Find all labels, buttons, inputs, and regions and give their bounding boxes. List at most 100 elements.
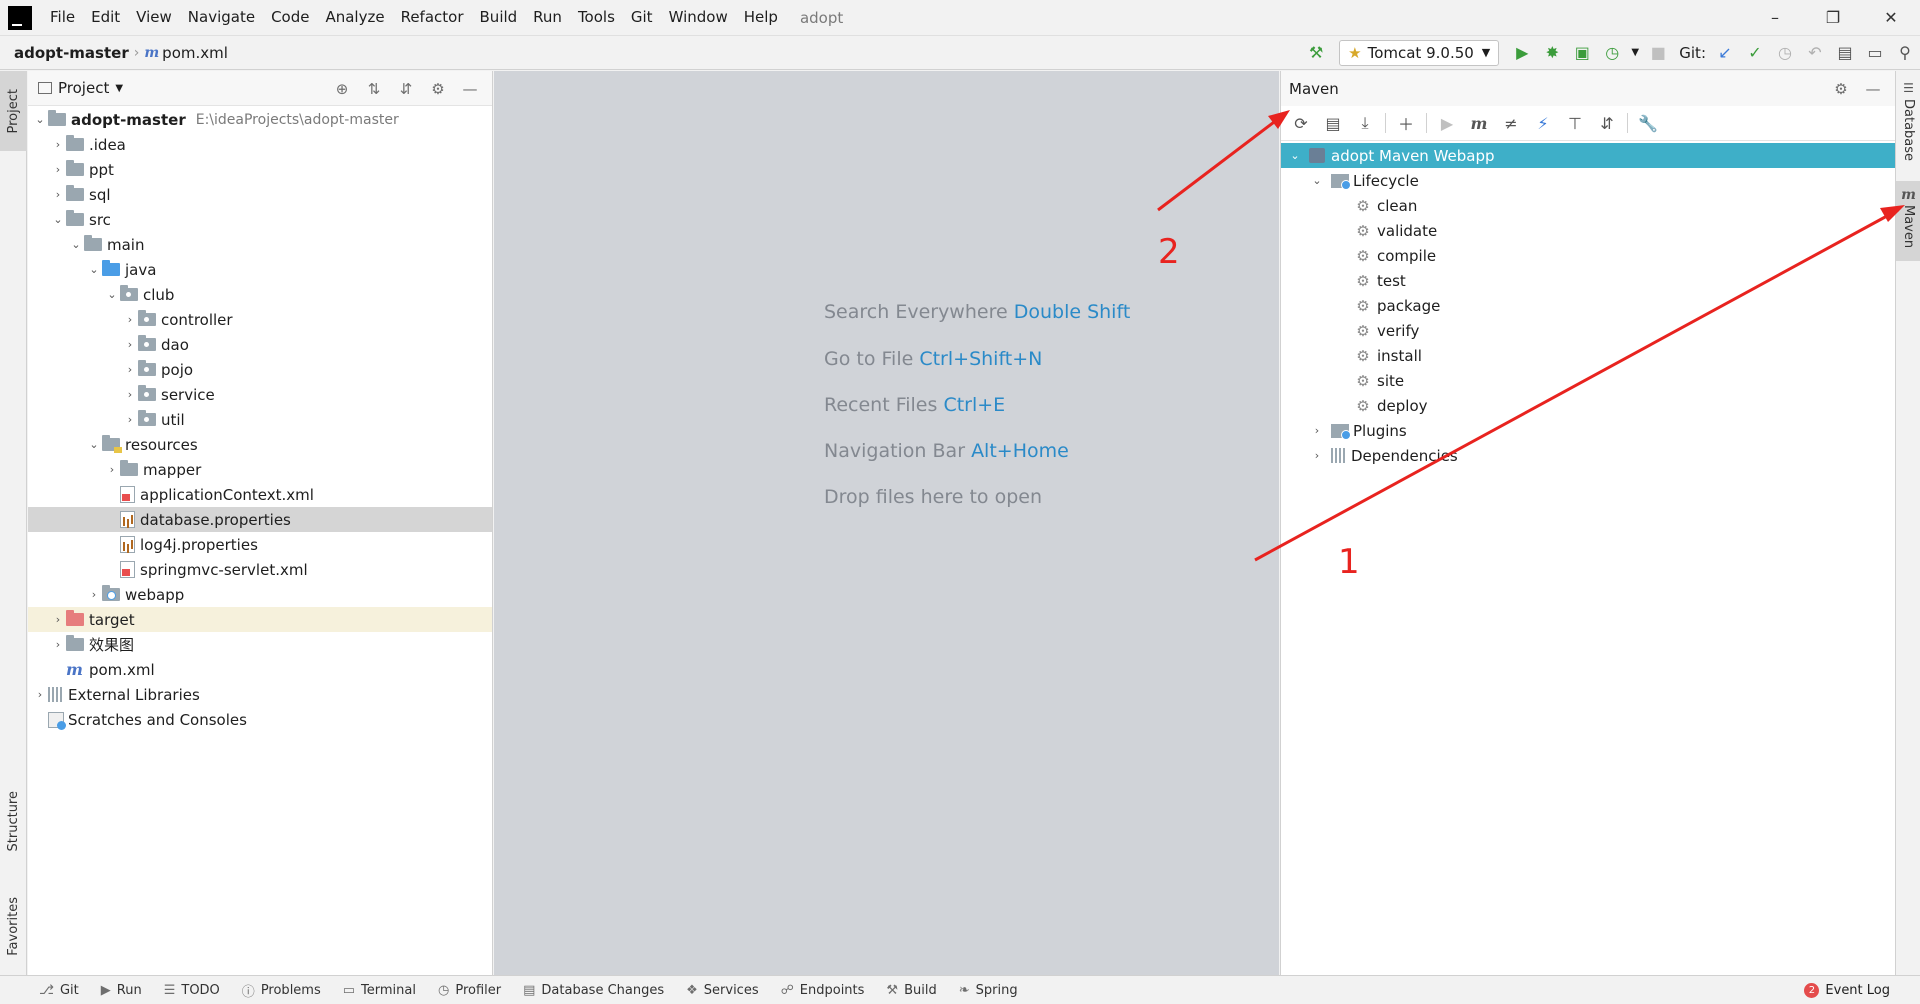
tool-tab-favorites[interactable]: Favorites xyxy=(0,881,27,971)
execute-maven-goal-icon[interactable]: m xyxy=(1463,107,1495,139)
tree-item[interactable]: › sql xyxy=(28,182,492,207)
tree-item[interactable]: log4j.properties xyxy=(28,532,492,557)
menu-git[interactable]: Git xyxy=(623,0,661,35)
tree-item[interactable]: › 效果图 xyxy=(28,632,492,657)
lifecycle-phase-site[interactable]: ⚙ site xyxy=(1281,368,1895,393)
chevron-right-icon[interactable]: › xyxy=(104,463,120,476)
menu-run[interactable]: Run xyxy=(525,0,570,35)
lifecycle-phase-compile[interactable]: ⚙ compile xyxy=(1281,243,1895,268)
menu-help[interactable]: Help xyxy=(736,0,786,35)
tree-item[interactable]: › util xyxy=(28,407,492,432)
download-sources-icon[interactable]: ⤓ xyxy=(1349,107,1381,139)
tree-item[interactable]: › controller xyxy=(28,307,492,332)
chevron-down-icon[interactable]: ⌄ xyxy=(1309,174,1325,187)
menu-refactor[interactable]: Refactor xyxy=(393,0,472,35)
toggle-offline-mode-icon[interactable]: ≠ xyxy=(1495,107,1527,139)
menu-code[interactable]: Code xyxy=(263,0,317,35)
lifecycle-phase-install[interactable]: ⚙ install xyxy=(1281,343,1895,368)
menu-build[interactable]: Build xyxy=(472,0,526,35)
editor-empty-area[interactable]: Search Everywhere Double Shift Go to Fil… xyxy=(494,71,1279,975)
tree-item[interactable]: ⌄ main xyxy=(28,232,492,257)
tool-tab-run[interactable]: ▶ Run xyxy=(90,976,153,1004)
chevron-right-icon[interactable]: › xyxy=(122,338,138,351)
generate-sources-icon[interactable]: ▤ xyxy=(1317,107,1349,139)
skip-tests-icon[interactable]: ⚡ xyxy=(1527,107,1559,139)
project-panel-title[interactable]: Project xyxy=(58,79,109,97)
tool-tab-endpoints[interactable]: ☍ Endpoints xyxy=(770,976,876,1004)
plugins-row[interactable]: › Plugins xyxy=(1281,418,1895,443)
tree-item[interactable]: › service xyxy=(28,382,492,407)
breadcrumb-root[interactable]: adopt-master xyxy=(14,44,129,62)
chevron-right-icon[interactable]: › xyxy=(122,413,138,426)
menu-window[interactable]: Window xyxy=(661,0,736,35)
tree-item[interactable]: Scratches and Consoles xyxy=(28,707,492,732)
tree-item[interactable]: › External Libraries xyxy=(28,682,492,707)
chevron-down-icon[interactable]: ⌄ xyxy=(104,288,120,301)
chevron-right-icon[interactable]: › xyxy=(50,163,66,176)
collapse-all-icon[interactable]: ⇵ xyxy=(1591,107,1623,139)
tree-item[interactable]: › webapp xyxy=(28,582,492,607)
chevron-down-icon[interactable]: ⌄ xyxy=(50,213,66,226)
maven-project-row[interactable]: ⌄ adopt Maven Webapp xyxy=(1281,143,1895,168)
dependencies-row[interactable]: › Dependencies xyxy=(1281,443,1895,468)
hide-panel-icon[interactable]: — xyxy=(1857,73,1889,105)
menu-navigate[interactable]: Navigate xyxy=(180,0,263,35)
chevron-right-icon[interactable]: › xyxy=(122,313,138,326)
show-dependencies-icon[interactable]: ⊤ xyxy=(1559,107,1591,139)
lifecycle-phase-clean[interactable]: ⚙ clean xyxy=(1281,193,1895,218)
chevron-right-icon[interactable]: › xyxy=(122,388,138,401)
chevron-right-icon[interactable]: › xyxy=(32,688,48,701)
reload-maven-projects-icon[interactable]: ⟳ xyxy=(1285,107,1317,139)
git-commit-icon[interactable]: ✓ xyxy=(1740,38,1770,68)
build-hammer-icon[interactable]: ⚒ xyxy=(1301,38,1331,68)
tree-item[interactable]: › pojo xyxy=(28,357,492,382)
chevron-right-icon[interactable]: › xyxy=(50,138,66,151)
git-rollback-icon[interactable]: ↶ xyxy=(1800,38,1830,68)
tree-item[interactable]: ⌄ adopt-master E:\ideaProjects\adopt-maste… xyxy=(28,107,492,132)
lifecycle-phase-test[interactable]: ⚙ test xyxy=(1281,268,1895,293)
chevron-down-icon[interactable]: ⌄ xyxy=(86,438,102,451)
breadcrumb-file[interactable]: pom.xml xyxy=(162,44,228,62)
tree-item[interactable]: applicationContext.xml xyxy=(28,482,492,507)
add-maven-project-icon[interactable]: ＋ xyxy=(1390,107,1422,139)
tool-tab-structure[interactable]: Structure xyxy=(0,781,27,861)
run-config-selector[interactable]: ★ Tomcat 9.0.50 ▼ xyxy=(1339,39,1500,66)
menu-edit[interactable]: Edit xyxy=(83,0,128,35)
tree-item[interactable]: database.properties xyxy=(28,507,492,532)
tool-tab-spring[interactable]: ❧ Spring xyxy=(948,976,1029,1004)
menu-view[interactable]: View xyxy=(128,0,180,35)
tree-item[interactable]: › target xyxy=(28,607,492,632)
tree-item[interactable]: ⌄ src xyxy=(28,207,492,232)
stop-icon[interactable]: ■ xyxy=(1643,38,1673,68)
tool-tab-git[interactable]: ⎇ Git xyxy=(28,976,90,1004)
tree-item[interactable]: › ppt xyxy=(28,157,492,182)
tree-item[interactable]: ⌄ resources xyxy=(28,432,492,457)
hide-panel-icon[interactable]: — xyxy=(454,73,486,105)
close-button[interactable]: ✕ xyxy=(1862,0,1920,35)
lifecycle-phase-package[interactable]: ⚙ package xyxy=(1281,293,1895,318)
run-maven-build-icon[interactable]: ▶ xyxy=(1431,107,1463,139)
chevron-down-icon[interactable]: ⌄ xyxy=(86,263,102,276)
event-log-button[interactable]: 2 Event Log xyxy=(1804,976,1890,1004)
chevron-right-icon[interactable]: › xyxy=(50,613,66,626)
git-history-icon[interactable]: ◷ xyxy=(1770,38,1800,68)
minimize-button[interactable]: – xyxy=(1746,0,1804,35)
chevron-right-icon[interactable]: › xyxy=(50,188,66,201)
chevron-right-icon[interactable]: › xyxy=(1309,449,1325,462)
lifecycle-phase-verify[interactable]: ⚙ verify xyxy=(1281,318,1895,343)
lifecycle-phase-deploy[interactable]: ⚙ deploy xyxy=(1281,393,1895,418)
chevron-right-icon[interactable]: › xyxy=(86,588,102,601)
search-icon[interactable]: ⚲ xyxy=(1890,38,1920,68)
tree-item[interactable]: springmvc-servlet.xml xyxy=(28,557,492,582)
tree-item[interactable]: ⌄ club xyxy=(28,282,492,307)
lifecycle-phase-validate[interactable]: ⚙ validate xyxy=(1281,218,1895,243)
more-run-chevron-icon[interactable]: ▼ xyxy=(1627,38,1643,68)
coverage-icon[interactable]: ▣ xyxy=(1567,38,1597,68)
tool-tab-maven[interactable]: m Maven xyxy=(1896,181,1920,261)
chevron-down-icon[interactable]: ⌄ xyxy=(1287,149,1303,162)
tree-item[interactable]: ⌄ java xyxy=(28,257,492,282)
chevron-right-icon[interactable]: › xyxy=(50,638,66,651)
tool-tab-database-changes[interactable]: ▤ Database Changes xyxy=(512,976,675,1004)
tree-item[interactable]: m pom.xml xyxy=(28,657,492,682)
expand-all-icon[interactable]: ⇅ xyxy=(358,73,390,105)
